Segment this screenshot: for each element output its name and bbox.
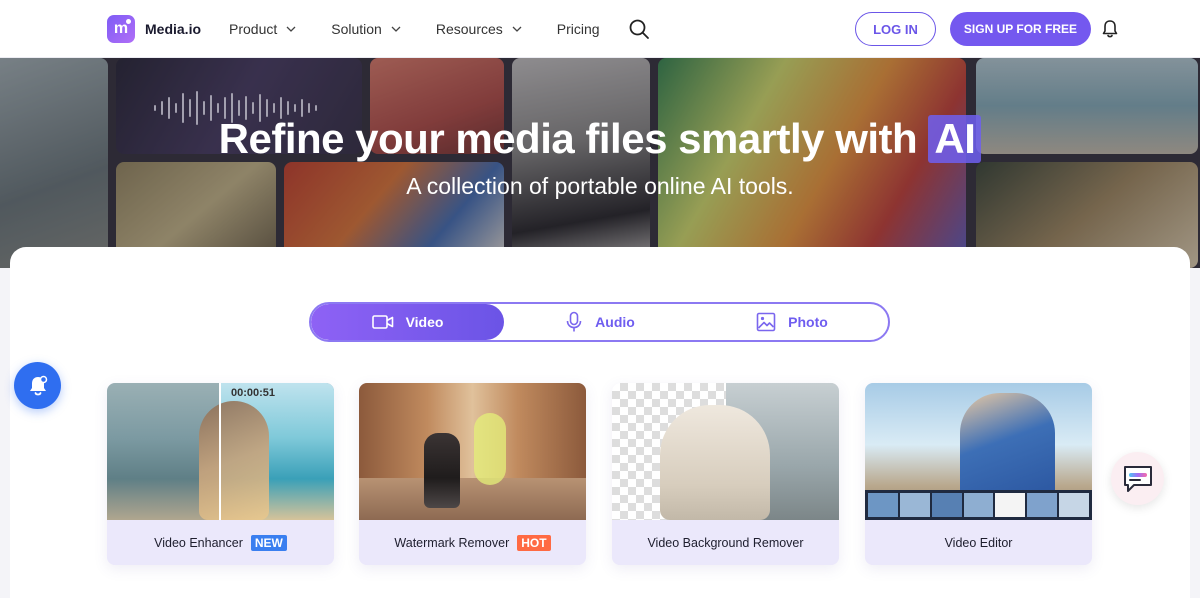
- card-title: Video Background Remover: [647, 535, 804, 550]
- main-menu: Product Solution Resources Pricing: [229, 0, 634, 58]
- chevron-down-icon: [512, 26, 522, 32]
- tab-audio[interactable]: Audio: [504, 304, 696, 340]
- nav-item-label: Pricing: [556, 21, 600, 37]
- hot-badge: HOT: [517, 534, 551, 551]
- floating-chat-button[interactable]: [1111, 452, 1164, 505]
- nav-item-label: Resources: [435, 21, 503, 37]
- tab-label: Audio: [595, 314, 635, 330]
- person-figure: [660, 405, 770, 520]
- chat-bubble-icon: [1123, 465, 1152, 492]
- hero-subtitle: A collection of portable online AI tools…: [406, 173, 794, 199]
- notification-bell-icon[interactable]: [1101, 19, 1119, 39]
- bell-icon: [29, 375, 47, 395]
- card-label: Video Enhancer NEW: [107, 520, 334, 565]
- hero-title-ai-highlight: AI: [928, 115, 982, 163]
- card-label: Video Background Remover: [612, 520, 839, 565]
- floating-notification-button[interactable]: [14, 362, 61, 409]
- video-icon: [371, 315, 393, 329]
- brand-logo-link[interactable]: m Media.io: [107, 15, 201, 43]
- person-figure: [960, 393, 1055, 498]
- card-label: Video Editor: [865, 520, 1092, 565]
- split-divider: [219, 383, 221, 520]
- chevron-down-icon: [391, 26, 401, 32]
- nav-item-product[interactable]: Product: [229, 21, 297, 37]
- new-badge: NEW: [250, 534, 287, 551]
- hero-banner: Refine your media files smartly with AI …: [0, 58, 1200, 268]
- nav-item-label: Product: [229, 21, 278, 37]
- search-icon[interactable]: [628, 18, 650, 40]
- watermark-highlight: [474, 413, 506, 485]
- tool-card-video-editor[interactable]: Video Editor: [865, 383, 1092, 565]
- background-remover-preview-image: [612, 383, 839, 520]
- card-title: Watermark Remover: [394, 535, 510, 550]
- timecode: 00:00:51: [231, 387, 276, 399]
- rider-figure: [424, 433, 460, 508]
- nav-item-resources[interactable]: Resources: [436, 21, 523, 37]
- card-label: Watermark Remover HOT: [359, 520, 586, 565]
- tool-card-video-background-remover[interactable]: Video Background Remover: [612, 383, 839, 565]
- video-enhancer-preview-image: 00:00:51: [107, 383, 334, 520]
- microphone-icon: [566, 311, 582, 332]
- chevron-down-icon: [286, 26, 296, 32]
- image-icon: [756, 312, 776, 332]
- tool-card-watermark-remover[interactable]: Watermark Remover HOT: [359, 383, 586, 565]
- hero-title-main: Refine your media files smartly with: [218, 115, 918, 162]
- tab-label: Photo: [788, 314, 828, 330]
- hero-overlay: [0, 58, 1200, 268]
- street-ground: [359, 478, 586, 520]
- tab-photo[interactable]: Photo: [696, 304, 888, 340]
- tab-video[interactable]: Video: [311, 304, 504, 340]
- nav-item-label: Solution: [331, 21, 382, 37]
- tool-card-video-enhancer[interactable]: 00:00:51 Video Enhancer NEW: [107, 383, 334, 565]
- signup-button[interactable]: SIGN UP FOR FREE: [950, 12, 1091, 46]
- media-type-tabs: Video Audio Photo: [309, 302, 890, 342]
- top-navigation: m Media.io Product Solution Resources Pr…: [0, 0, 1200, 58]
- timeline-strip: [865, 490, 1092, 520]
- hair-figure-graphic: [199, 401, 269, 520]
- media-io-logo-icon: m: [107, 15, 135, 43]
- nav-item-solution[interactable]: Solution: [331, 21, 402, 37]
- brand-name: Media.io: [145, 21, 202, 37]
- login-button[interactable]: LOG IN: [855, 12, 936, 46]
- nav-item-pricing[interactable]: Pricing: [557, 21, 600, 37]
- watermark-remover-preview-image: [359, 383, 586, 520]
- video-editor-preview-image: [865, 383, 1092, 520]
- logo-glyph: m: [113, 20, 129, 37]
- hero-title: Refine your media files smartly with AI: [0, 115, 1200, 163]
- tab-label: Video: [405, 314, 444, 330]
- card-title: Video Editor: [944, 535, 1013, 550]
- card-title: Video Enhancer: [154, 535, 243, 550]
